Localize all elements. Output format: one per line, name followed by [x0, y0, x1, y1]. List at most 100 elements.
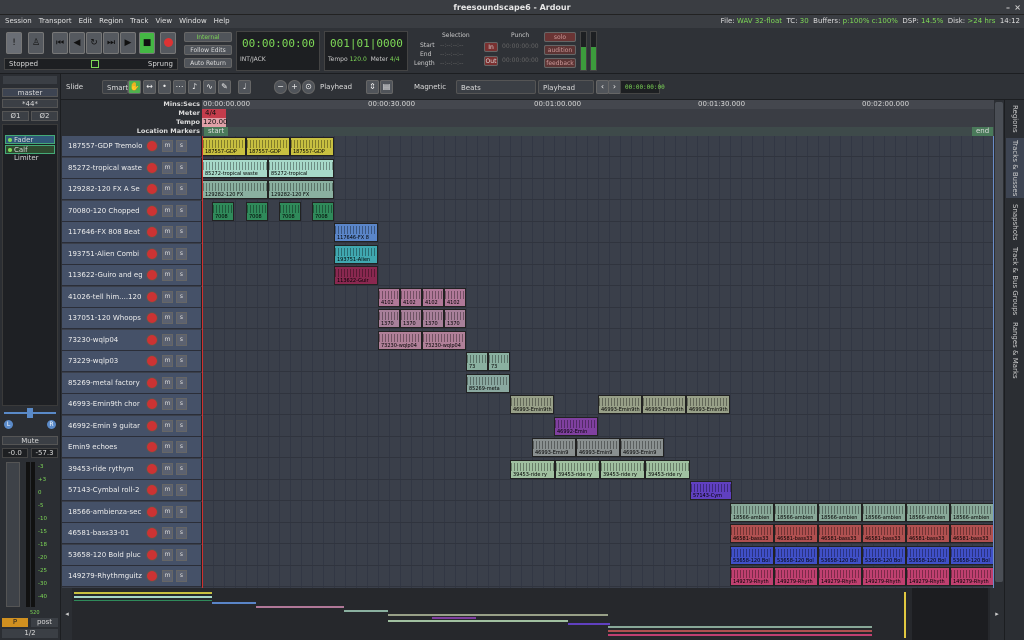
audio-region[interactable]: 129282-120 FX: [202, 180, 268, 199]
shuttle-checkbox[interactable]: [91, 60, 99, 68]
track-header[interactable]: 85269-metal factory m s: [62, 373, 202, 394]
audio-region[interactable]: 85272-tropical waste: [202, 159, 268, 178]
audio-region[interactable]: 73: [488, 352, 510, 371]
audio-region[interactable]: 53658-120 Bol: [906, 546, 950, 565]
audio-region[interactable]: 46581-bass33: [774, 524, 818, 543]
summary-scroll-left-icon[interactable]: ◂: [62, 588, 72, 640]
mute-button[interactable]: m: [162, 205, 173, 217]
mute-button[interactable]: m: [162, 248, 173, 260]
mute-button[interactable]: m: [162, 312, 173, 324]
selection-start[interactable]: --:--:--:--: [440, 42, 463, 49]
zoom-out-icon[interactable]: −: [274, 80, 287, 94]
audio-region[interactable]: 46581-bass33: [730, 524, 774, 543]
record-enable-button[interactable]: [146, 549, 158, 561]
mute-button[interactable]: m: [162, 183, 173, 195]
audio-region[interactable]: 7008: [212, 202, 234, 221]
audio-region[interactable]: 129282-120 FX: [268, 180, 334, 199]
cut-tool-icon[interactable]: •: [158, 80, 171, 94]
record-enable-button[interactable]: [146, 420, 158, 432]
strip-name-button[interactable]: master: [2, 88, 58, 97]
draw-tool-icon[interactable]: ✎: [218, 80, 231, 94]
tempo-marker[interactable]: 120.00: [202, 118, 228, 127]
audio-region[interactable]: 18566-ambien: [906, 503, 950, 522]
track-header[interactable]: 85272-tropical waste m s: [62, 158, 202, 179]
record-enable-button[interactable]: [146, 506, 158, 518]
track-header[interactable]: 137051-120 Whoops m s: [62, 308, 202, 329]
menu-help[interactable]: Help: [214, 17, 230, 25]
gain-tool-icon[interactable]: ∿: [203, 80, 216, 94]
mute-button[interactable]: Mute: [2, 436, 58, 445]
solo-button[interactable]: s: [176, 420, 187, 432]
track-name[interactable]: 46993-Emin9th chor: [68, 400, 142, 408]
metronome-button[interactable]: ♙: [28, 32, 44, 54]
track-header[interactable]: 73229-wqlp03 m s: [62, 351, 202, 372]
track-name[interactable]: 39453-ride rythym: [68, 465, 142, 473]
track-name[interactable]: 46581-bass33-01: [68, 529, 142, 537]
audio-region[interactable]: 1370: [378, 309, 400, 328]
track-header[interactable]: 113622-Guiro and eg m s: [62, 265, 202, 286]
feedback-button[interactable]: feedback: [544, 58, 576, 68]
auto-return-button[interactable]: Auto Return: [184, 58, 232, 68]
audio-region[interactable]: 46581-bass33: [906, 524, 950, 543]
internal-button[interactable]: Internal: [184, 32, 232, 42]
goto-start-button[interactable]: ⏮: [52, 32, 68, 54]
session-summary[interactable]: ◂ ▸: [62, 588, 1004, 640]
processor-limiter[interactable]: Calf Limiter: [5, 145, 55, 162]
processor-fader[interactable]: Fader: [5, 135, 55, 144]
pan-handle[interactable]: [27, 408, 33, 418]
range-tool-icon[interactable]: ↔: [143, 80, 156, 94]
summary-scroll-right-icon[interactable]: ▸: [990, 588, 1004, 640]
track-header[interactable]: 46581-bass33-01 m s: [62, 523, 202, 544]
track-lane[interactable]: 4102 4102 4102 4102: [202, 287, 994, 308]
phase-invert-1-button[interactable]: Ø1: [2, 111, 29, 121]
audio-region[interactable]: 149279-Rhyth: [950, 567, 994, 586]
playhead[interactable]: [202, 136, 203, 588]
audio-region[interactable]: 85272-tropical: [268, 159, 334, 178]
end-marker[interactable]: end: [972, 127, 994, 136]
track-header[interactable]: 117646-FX 808 Beat m s: [62, 222, 202, 243]
nudge-clock[interactable]: 00:00:00:00: [620, 80, 665, 94]
loop-button[interactable]: ↻: [86, 32, 102, 54]
track-lane[interactable]: 39453-ride ry 39453-ride ry 39453-ride ry 3…: [202, 459, 994, 480]
audio-region[interactable]: 193751-Alien: [334, 245, 378, 264]
track-lane[interactable]: 46993-Emin9 46993-Emin9 46993-Emin9: [202, 437, 994, 458]
edit-mode-select[interactable]: Slide: [62, 80, 98, 94]
track-header[interactable]: 193751-Alien Combi m s: [62, 244, 202, 265]
track-name[interactable]: 41026-tell him....120: [68, 293, 142, 301]
record-enable-button[interactable]: [146, 377, 158, 389]
record-enable-button[interactable]: [146, 269, 158, 281]
mute-button[interactable]: m: [162, 463, 173, 475]
audio-region[interactable]: 46993-Emin9th: [642, 395, 686, 414]
gain-display[interactable]: -0.0: [2, 448, 28, 458]
audio-region[interactable]: 18566-ambien: [950, 503, 994, 522]
play-range-button[interactable]: ⏭: [103, 32, 119, 54]
selection-end[interactable]: --:--:--:--: [440, 51, 463, 58]
input-button[interactable]: *44*: [2, 99, 58, 108]
zoom-in-icon[interactable]: +: [288, 80, 301, 94]
audio-region[interactable]: 149279-Rhyth: [818, 567, 862, 586]
track-name[interactable]: 57143-Cymbal roll-2: [68, 486, 142, 494]
solo-button[interactable]: s: [176, 334, 187, 346]
audio-region[interactable]: 46993-Emin9: [620, 438, 664, 457]
audio-region[interactable]: 149279-Rhyth: [774, 567, 818, 586]
record-enable-button[interactable]: [146, 226, 158, 238]
solo-button[interactable]: s: [176, 205, 187, 217]
record-enable-button[interactable]: [146, 312, 158, 324]
record-enable-button[interactable]: [146, 441, 158, 453]
track-name[interactable]: 113622-Guiro and eg: [68, 271, 142, 279]
track-name[interactable]: 137051-120 Whoops: [68, 314, 142, 322]
track-name[interactable]: 53658-120 Bold pluc: [68, 551, 142, 559]
menu-track[interactable]: Track: [130, 17, 148, 25]
rewind-button[interactable]: ◀: [69, 32, 85, 54]
primary-clock[interactable]: 00:00:00:00 INT/JACK: [236, 31, 320, 71]
track-header[interactable]: 41026-tell him....120 m s: [62, 287, 202, 308]
track-header[interactable]: 39453-ride rythym m s: [62, 459, 202, 480]
punch-in-clock[interactable]: 00:00:00:00: [502, 43, 539, 50]
record-enable-button[interactable]: [146, 140, 158, 152]
minsec-ruler[interactable]: 00:00:00.000 00:00:30.000 00:01:00.000 0…: [202, 100, 994, 109]
tab-regions[interactable]: Regions: [1006, 104, 1024, 134]
record-enable-button[interactable]: [146, 463, 158, 475]
comments-button[interactable]: 1/2: [2, 629, 58, 638]
minimize-icon[interactable]: –: [1006, 0, 1010, 15]
solo-button[interactable]: s: [176, 162, 187, 174]
